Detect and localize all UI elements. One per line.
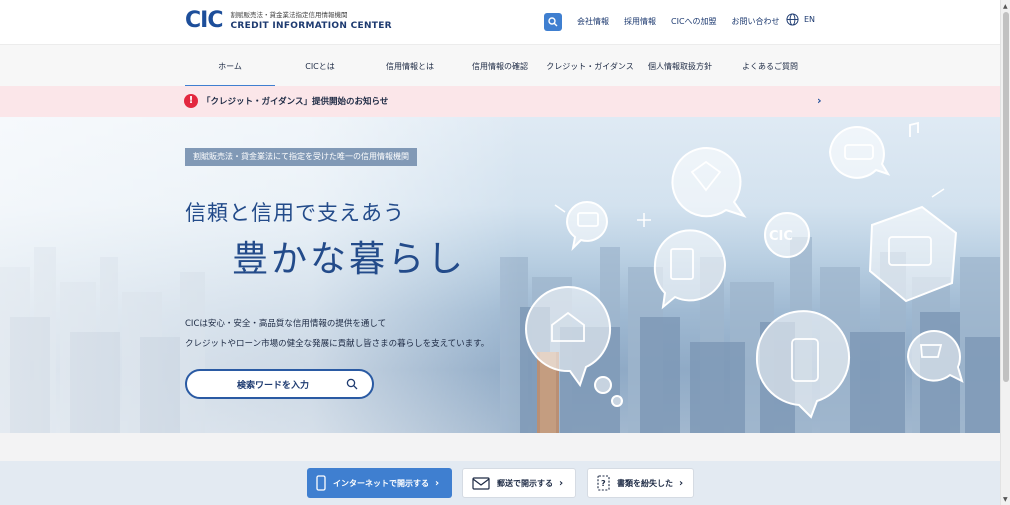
logo-mark: CIC: [185, 8, 223, 33]
search-icon: [548, 17, 558, 27]
language-label: EN: [804, 15, 816, 24]
hero-catchcopy-line1: 信頼と信用で支えあう: [185, 201, 405, 225]
header-link-membership[interactable]: CICへの加盟: [671, 16, 717, 27]
chevron-right-icon: ›: [435, 477, 440, 489]
disclosure-section: インターネットで開示する › 郵送で開示する › ? 書類を紛失した ›: [0, 433, 1000, 505]
site-header: CIC 割賦販売法・貸金業法指定信用情報機関 CREDIT INFORMATIO…: [0, 0, 1000, 44]
search-icon[interactable]: [346, 378, 358, 390]
hero-description-line2: クレジットやローン市場の健全な発展に貢献し皆さまの暮らしを支えています。: [185, 339, 490, 349]
logo[interactable]: CIC 割賦販売法・貸金業法指定信用情報機関 CREDIT INFORMATIO…: [185, 9, 392, 33]
scroll-thumb[interactable]: [1003, 12, 1009, 382]
chevron-right-icon: ›: [679, 477, 684, 489]
envelope-icon: [472, 477, 490, 490]
hero-badge: 割賦販売法・貸金業法にて指定を受けた唯一の信用情報機関: [185, 148, 417, 166]
globe-icon: [786, 13, 799, 26]
logo-name: CREDIT INFORMATION CENTER: [230, 21, 392, 31]
notice-text: 「クレジット・ガイダンス」提供開始のお知らせ: [202, 97, 389, 107]
svg-text:?: ?: [601, 479, 606, 488]
nav-item-about[interactable]: CICとは: [275, 45, 365, 87]
nav-item-home[interactable]: ホーム: [185, 45, 275, 87]
cic-bubble-label: CIC: [769, 229, 793, 244]
hero-search-input[interactable]: 検索ワードを入力: [185, 369, 374, 399]
hero-section: CIC 割賦販売法・貸金業法にて指定を受けた唯一の信用情報機関 信頼と信用で支え…: [0, 117, 1000, 433]
language-switch[interactable]: EN: [786, 13, 815, 26]
mail-disclosure-label: 郵送で開示する: [497, 478, 553, 488]
hero-search-placeholder: 検索ワードを入力: [237, 380, 310, 391]
notice-bar[interactable]: ! 「クレジット・ガイダンス」提供開始のお知らせ ›: [0, 86, 1000, 117]
mail-disclosure-button[interactable]: 郵送で開示する ›: [462, 468, 576, 498]
hero-catchcopy-line2: 豊かな暮らし: [232, 239, 467, 280]
lost-documents-label: 書類を紛失した: [617, 478, 673, 488]
online-disclosure-label: インターネットで開示する: [333, 478, 429, 488]
scrollbar[interactable]: ▲ ▼: [1000, 0, 1010, 505]
header-links: 会社情報 採用情報 CICへの加盟 お問い合わせ: [577, 16, 795, 27]
lost-documents-button[interactable]: ? 書類を紛失した ›: [587, 468, 694, 498]
music-note-icon: [909, 121, 919, 137]
chevron-right-icon: ›: [817, 94, 822, 107]
chevron-right-icon: ›: [559, 477, 564, 489]
scroll-up-arrow-icon[interactable]: ▲: [1003, 3, 1008, 10]
scroll-down-arrow-icon[interactable]: ▼: [1003, 496, 1008, 503]
header-link-company[interactable]: 会社情報: [577, 16, 609, 27]
header-link-contact[interactable]: お問い合わせ: [732, 16, 780, 27]
nav-item-credit-check[interactable]: 信用情報の確認: [455, 45, 545, 87]
exclamation-icon: !: [184, 94, 198, 108]
online-disclosure-button[interactable]: インターネットで開示する ›: [307, 468, 452, 498]
nav-item-privacy-policy[interactable]: 個人情報取扱方針: [635, 45, 725, 87]
nav-item-faq[interactable]: よくあるご質問: [725, 45, 815, 87]
nav-item-credit-info[interactable]: 信用情報とは: [365, 45, 455, 87]
logo-subtitle: 割賦販売法・貸金業法指定信用情報機関: [230, 11, 348, 19]
smartphone-icon: [316, 475, 326, 491]
hero-description-line1: CICは安心・安全・高品質な信用情報の提供を通して: [185, 319, 387, 329]
nav-item-credit-guidance[interactable]: クレジット・ガイダンス: [545, 45, 635, 87]
header-link-recruit[interactable]: 採用情報: [624, 16, 656, 27]
search-button[interactable]: [544, 13, 562, 31]
question-document-icon: ?: [597, 475, 610, 491]
global-nav: ホーム CICとは 信用情報とは 信用情報の確認 クレジット・ガイダンス 個人情…: [0, 44, 1000, 87]
